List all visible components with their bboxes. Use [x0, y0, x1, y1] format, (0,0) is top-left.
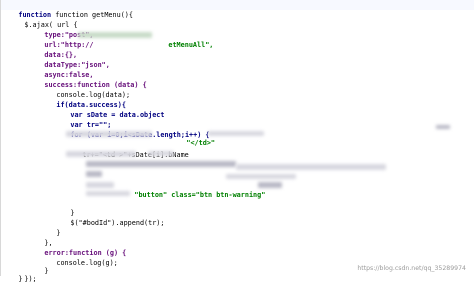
code-line-10[interactable]: if(data.success){ — [40, 90, 126, 109]
code-line-15[interactable]: tr+="<td >"+sDate[i].bName — [66, 140, 188, 159]
code-line-7[interactable]: async:false, — [28, 60, 93, 79]
redacted-url — [78, 32, 152, 38]
redacted-code — [86, 161, 236, 167]
append-call: $("#bodId").append(tr); — [70, 219, 165, 227]
watermark-text: https://blog.csdn.net/qq_35289974 — [357, 265, 466, 272]
redacted-code — [258, 182, 282, 188]
code-line-4-tail: etMenuAll", — [152, 30, 213, 49]
if-close-brace: } — [56, 229, 61, 237]
code-line-27[interactable]: console.log(g); — [40, 248, 117, 267]
code-line-24[interactable]: } — [40, 218, 60, 237]
code-line-1[interactable]: function function getMenu(){ — [2, 0, 133, 19]
redacted-code — [436, 125, 450, 129]
code-line-11[interactable]: var sDate = data.object — [54, 100, 164, 119]
error-close-brace: } — [44, 267, 49, 275]
gutter-divider — [0, 0, 1, 276]
function-close-brace: } — [18, 275, 23, 283]
code-line-8[interactable]: success:function (data) { — [28, 70, 146, 89]
redacted-code — [236, 164, 386, 170]
code-line-12[interactable]: var tr=""; — [54, 110, 111, 129]
code-line-2[interactable]: $.ajax( url { — [8, 10, 77, 29]
code-line-30[interactable]: } — [2, 270, 22, 283]
redacted-code — [208, 131, 264, 136]
code-line-22[interactable]: } — [54, 198, 74, 217]
ajax-close: }); — [24, 275, 37, 283]
code-line-21[interactable]: "button" class="btn btn-warning" — [118, 180, 265, 199]
code-line-26[interactable]: error:function (g) { — [28, 238, 126, 257]
redacted-code — [66, 131, 152, 137]
td-close-string: "</td>" — [186, 139, 216, 147]
code-line-5[interactable]: data:{}, — [28, 40, 77, 59]
redacted-code — [66, 151, 136, 157]
redacted-code — [226, 174, 296, 179]
redacted-code — [86, 191, 130, 196]
redacted-code — [148, 151, 174, 156]
code-line-6[interactable]: dataType:"json", — [28, 50, 109, 69]
code-line-3[interactable]: type:"post", — [28, 20, 93, 39]
code-editor[interactable]: function function getMenu(){ $.ajax( url… — [0, 0, 474, 283]
url-tail: etMenuAll", — [168, 41, 214, 49]
code-line-25[interactable]: }, — [28, 228, 52, 247]
code-line-9[interactable]: console.log(data); — [40, 80, 130, 99]
redacted-code — [86, 182, 114, 188]
console-log-g: console.log(g); — [56, 259, 118, 267]
code-line-23[interactable]: $("#bodId").append(tr); — [54, 208, 164, 227]
redacted-code — [86, 171, 102, 177]
button-class-string: "button" class="btn btn-warning" — [134, 191, 266, 199]
